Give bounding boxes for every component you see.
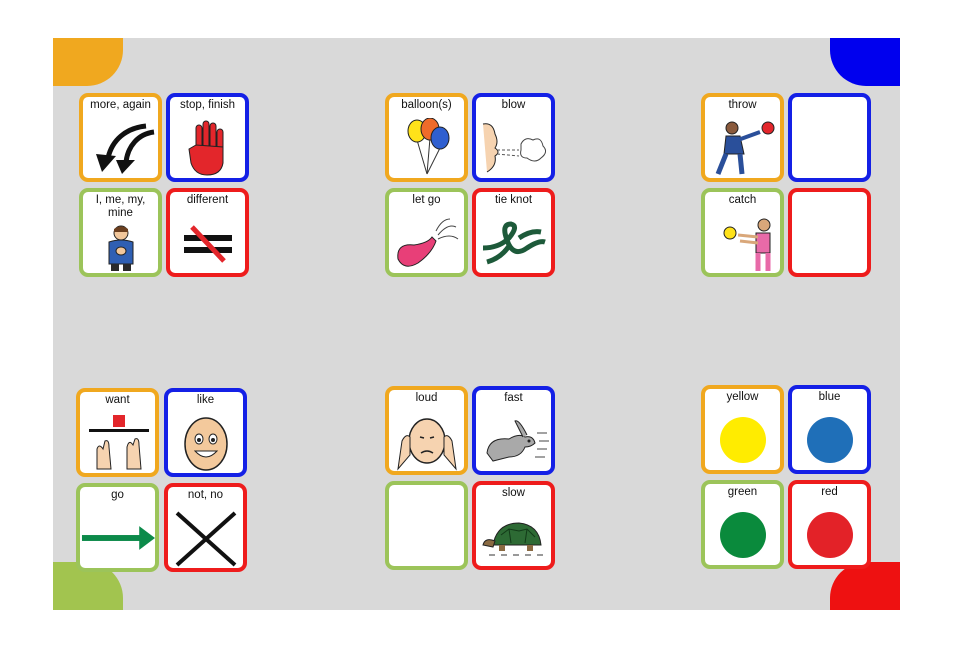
catch-ball-icon xyxy=(705,213,780,273)
card-empty-1[interactable] xyxy=(788,93,871,182)
not-equal-icon xyxy=(170,213,245,273)
card-label: blow xyxy=(501,99,526,111)
corner-orange xyxy=(53,38,123,86)
card-label: tie knot xyxy=(494,194,533,206)
card-label: go xyxy=(111,489,124,501)
card-label: fast xyxy=(504,392,523,404)
card-empty-3[interactable] xyxy=(385,481,468,570)
card-label: yellow xyxy=(726,391,759,403)
covering-ears-icon xyxy=(389,411,464,471)
running-rabbit-icon xyxy=(476,411,551,471)
card-blue[interactable]: blue xyxy=(788,385,871,474)
green-arrow-icon xyxy=(80,508,155,568)
card-label: slow xyxy=(501,487,525,499)
card-loud[interactable]: loud xyxy=(385,386,468,475)
person-self-icon xyxy=(83,223,158,273)
smiley-face-icon xyxy=(168,413,243,473)
curved-arrows-icon xyxy=(83,118,158,178)
want-hands-icon xyxy=(80,413,155,473)
card-different[interactable]: different xyxy=(166,188,249,277)
card-label: loud xyxy=(415,392,438,404)
card-label: more, again xyxy=(90,99,151,111)
tortoise-icon xyxy=(476,506,551,566)
card-throw[interactable]: throw xyxy=(701,93,784,182)
knot-icon xyxy=(476,213,551,273)
card-balloons[interactable]: balloon(s) xyxy=(385,93,468,182)
yellow-circle-icon xyxy=(705,410,780,470)
card-label: not, no xyxy=(187,489,224,501)
card-i-me-my-mine[interactable]: I, me, my, mine xyxy=(79,188,162,277)
card-fast[interactable]: fast xyxy=(472,386,555,475)
card-stop-finish[interactable]: stop, finish xyxy=(166,93,249,182)
card-blow[interactable]: blow xyxy=(472,93,555,182)
card-label: I, me, my, mine xyxy=(95,194,146,219)
communication-board: more, again stop, finish I, me, my, mine xyxy=(53,38,900,610)
card-catch[interactable]: catch xyxy=(701,188,784,277)
blue-circle-icon xyxy=(792,410,867,470)
red-circle-icon xyxy=(792,505,867,565)
card-label: balloon(s) xyxy=(401,99,452,111)
throw-ball-icon xyxy=(705,118,780,178)
balloons-icon xyxy=(389,118,464,178)
card-label: let go xyxy=(412,194,441,206)
card-yellow[interactable]: yellow xyxy=(701,385,784,474)
card-red[interactable]: red xyxy=(788,480,871,569)
blow-face-icon xyxy=(476,118,551,178)
card-like[interactable]: like xyxy=(164,388,247,477)
card-label: different xyxy=(186,194,229,206)
card-more-again[interactable]: more, again xyxy=(79,93,162,182)
cross-x-icon xyxy=(168,508,243,568)
green-circle-icon xyxy=(705,505,780,565)
card-label: catch xyxy=(728,194,757,206)
card-label: like xyxy=(196,394,215,406)
deflating-balloon-icon xyxy=(389,213,464,273)
card-want[interactable]: want xyxy=(76,388,159,477)
card-label: throw xyxy=(728,99,757,111)
card-green[interactable]: green xyxy=(701,480,784,569)
card-let-go[interactable]: let go xyxy=(385,188,468,277)
card-label: want xyxy=(105,394,130,406)
card-tie-knot[interactable]: tie knot xyxy=(472,188,555,277)
card-go[interactable]: go xyxy=(76,483,159,572)
card-label: blue xyxy=(818,391,841,403)
corner-blue xyxy=(830,38,900,86)
card-label: stop, finish xyxy=(180,99,235,111)
card-not-no[interactable]: not, no xyxy=(164,483,247,572)
card-label: green xyxy=(727,486,758,498)
card-slow[interactable]: slow xyxy=(472,481,555,570)
corner-red xyxy=(830,562,900,610)
stop-hand-icon xyxy=(170,118,245,178)
card-empty-2[interactable] xyxy=(788,188,871,277)
card-label: red xyxy=(821,486,838,498)
